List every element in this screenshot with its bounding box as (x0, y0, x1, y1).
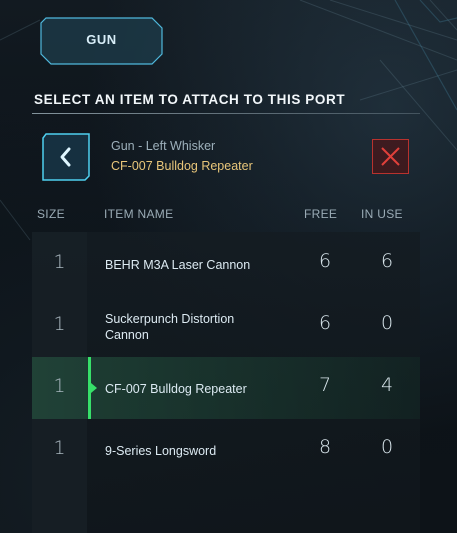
row-size: 1 (53, 437, 66, 459)
column-header-free: FREE (304, 207, 338, 221)
column-header-in-use: IN USE (361, 207, 403, 221)
table-row[interactable]: 1 9-Series Longsword 8 0 (32, 419, 420, 481)
remove-item-button[interactable] (372, 139, 409, 174)
column-header-size: SIZE (37, 207, 65, 221)
row-in-use-count: 0 (380, 436, 394, 458)
row-free-count: 7 (318, 374, 332, 396)
back-button[interactable] (42, 133, 91, 181)
row-size: 1 (53, 251, 66, 273)
row-in-use-count: 4 (380, 374, 394, 396)
row-free-count: 6 (318, 312, 332, 334)
port-label: Gun - Left Whisker (111, 139, 216, 153)
current-item-name: CF-007 Bulldog Repeater (111, 159, 253, 173)
row-item-name: 9-Series Longsword (105, 444, 217, 458)
chevron-left-icon (42, 133, 90, 181)
row-in-use-count: 6 (380, 250, 394, 272)
table-row-selected[interactable]: 1 CF-007 Bulldog Repeater 7 4 (32, 357, 420, 419)
table-row[interactable]: 1 Suckerpunch Distortion Cannon 6 0 (32, 295, 420, 357)
row-item-name: CF-007 Bulldog Repeater (105, 382, 247, 396)
selection-arrow-icon (91, 383, 97, 393)
row-item-name: BEHR M3A Laser Cannon (105, 258, 251, 272)
table-row[interactable]: 1 BEHR M3A Laser Cannon 6 6 (32, 233, 420, 295)
column-header-item-name: ITEM NAME (104, 207, 174, 221)
row-free-count: 8 (318, 436, 332, 458)
row-free-count: 6 (318, 250, 332, 272)
page-title: SELECT AN ITEM TO ATTACH TO THIS PORT (34, 92, 346, 107)
tab-gun[interactable]: GUN (40, 17, 163, 65)
row-in-use-count: 0 (380, 312, 394, 334)
row-size: 1 (53, 375, 66, 397)
close-icon (381, 147, 400, 166)
heading-divider (32, 113, 420, 114)
row-size: 1 (53, 313, 66, 335)
tab-label: GUN (86, 32, 117, 47)
row-item-name: Suckerpunch Distortion Cannon (105, 312, 235, 342)
